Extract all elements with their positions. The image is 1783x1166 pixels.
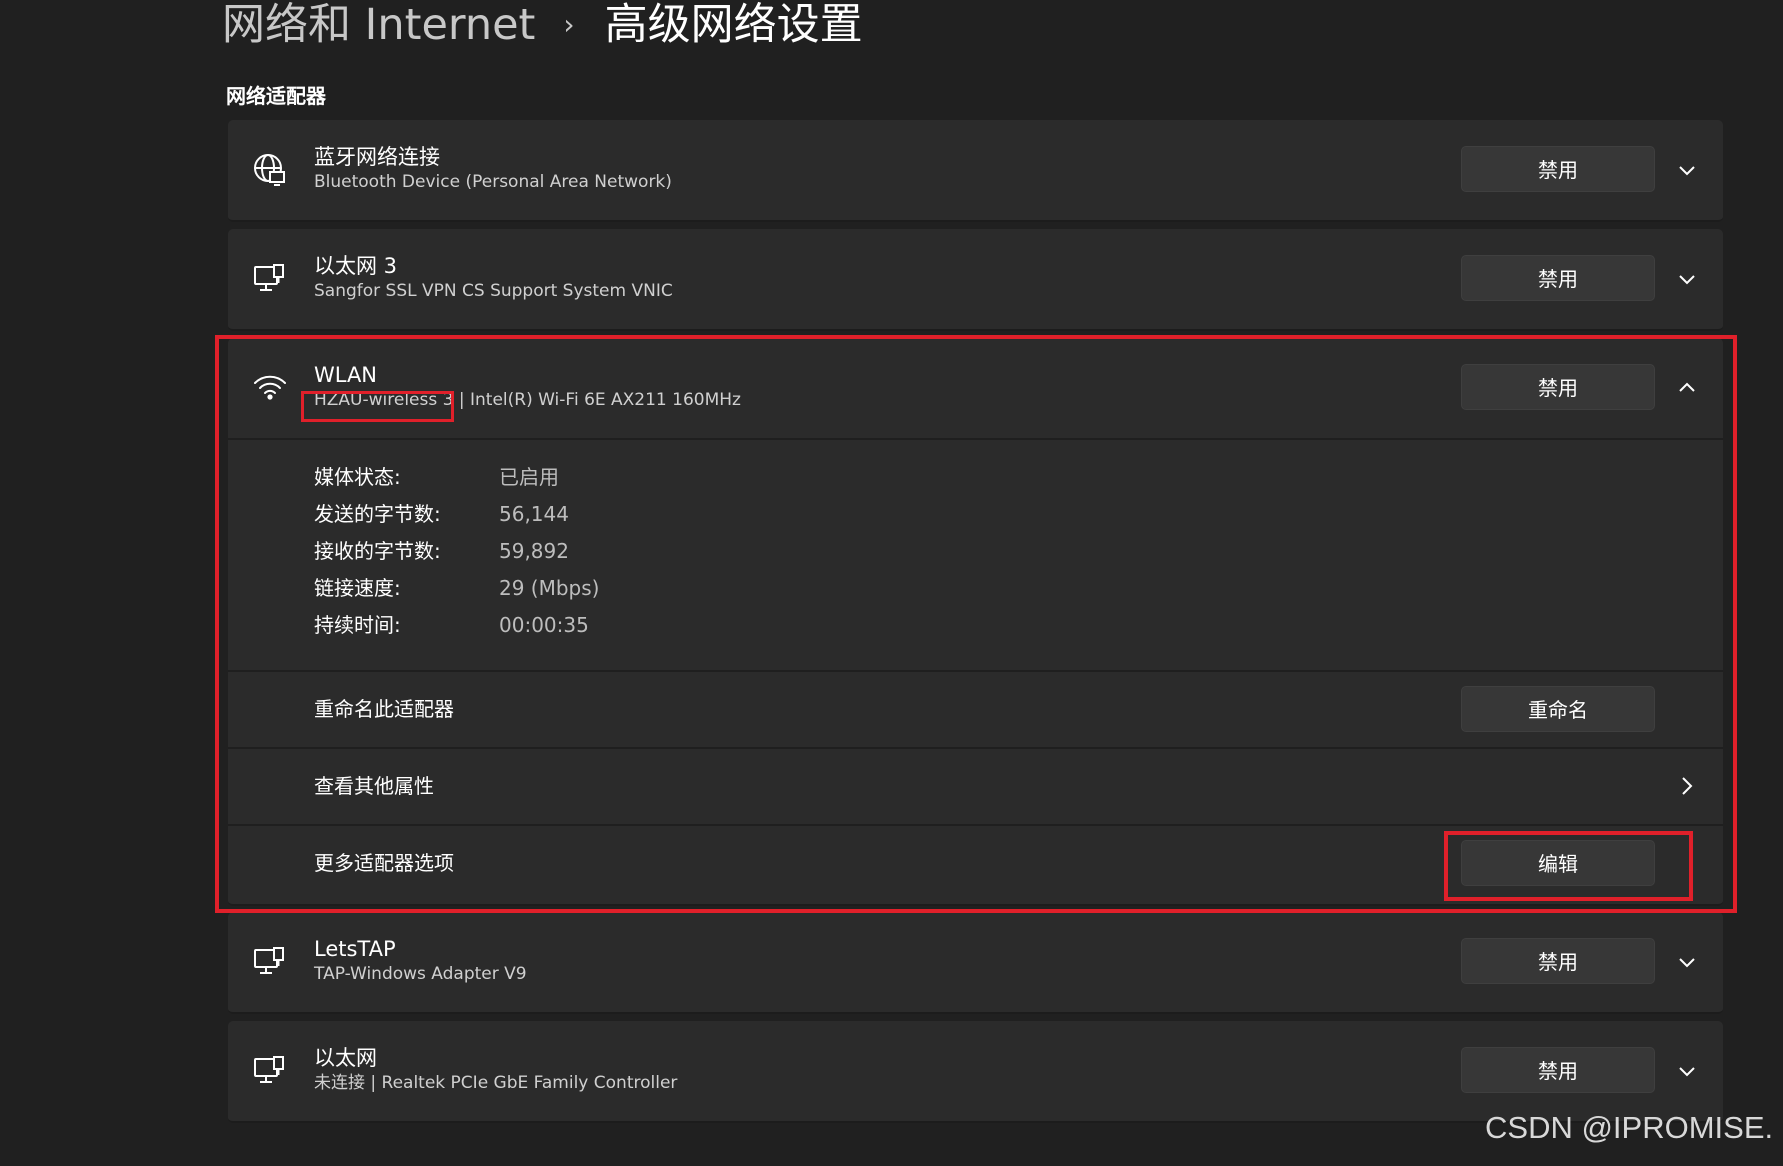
chevron-down-icon[interactable]	[1673, 1057, 1701, 1085]
adapter-description: TAP-Windows Adapter V9	[314, 964, 527, 984]
disable-button[interactable]: 禁用	[1461, 146, 1655, 192]
chevron-down-icon[interactable]	[1673, 265, 1701, 293]
adapter-name: 蓝牙网络连接	[314, 145, 440, 169]
adapter-card-header[interactable]: 蓝牙网络连接 Bluetooth Device (Personal Area N…	[228, 120, 1723, 220]
adapter-description: Bluetooth Device (Personal Area Network)	[314, 172, 672, 192]
section-title: 网络适配器	[226, 84, 326, 108]
ethernet-icon	[252, 261, 288, 297]
ethernet-icon	[252, 1053, 288, 1089]
adapter-card-header[interactable]: 以太网 未连接 | Realtek PCIe GbE Family Contro…	[228, 1021, 1723, 1121]
chevron-down-icon[interactable]	[1673, 948, 1701, 976]
adapter-name: LetsTAP	[314, 937, 396, 961]
adapter-card-header[interactable]: 以太网 3 Sangfor SSL VPN CS Support System …	[228, 229, 1723, 329]
ethernet-icon	[252, 944, 288, 980]
adapter-card-ethernet-3[interactable]: 以太网 3 Sangfor SSL VPN CS Support System …	[228, 229, 1723, 331]
adapter-card-ethernet[interactable]: 以太网 未连接 | Realtek PCIe GbE Family Contro…	[228, 1021, 1723, 1123]
breadcrumb-separator-icon: ›	[563, 8, 575, 41]
adapter-card-bluetooth[interactable]: 蓝牙网络连接 Bluetooth Device (Personal Area N…	[228, 120, 1723, 222]
adapter-name: 以太网	[314, 1046, 377, 1070]
adapter-description: Sangfor SSL VPN CS Support System VNIC	[314, 281, 673, 301]
settings-page: 网络和 Internet › 高级网络设置 网络适配器 蓝牙网络连接 Bluet…	[0, 0, 1783, 1166]
globe-network-icon	[252, 152, 288, 188]
disable-button[interactable]: 禁用	[1461, 1047, 1655, 1093]
adapter-name: 以太网 3	[314, 254, 398, 278]
watermark: CSDN @IPROMISE.	[1485, 1110, 1774, 1145]
annotation-box-edit	[1444, 831, 1693, 901]
breadcrumb: 网络和 Internet › 高级网络设置	[222, 0, 863, 50]
annotation-box-ssid	[301, 391, 454, 422]
adapter-card-header[interactable]: LetsTAP TAP-Windows Adapter V9 禁用	[228, 912, 1723, 1012]
page-title: 高级网络设置	[604, 0, 863, 50]
disable-button[interactable]: 禁用	[1461, 255, 1655, 301]
breadcrumb-parent-link[interactable]: 网络和 Internet	[222, 0, 535, 50]
disable-button[interactable]: 禁用	[1461, 938, 1655, 984]
chevron-down-icon[interactable]	[1673, 156, 1701, 184]
adapter-card-letstap[interactable]: LetsTAP TAP-Windows Adapter V9 禁用	[228, 912, 1723, 1014]
adapter-description: 未连接 | Realtek PCIe GbE Family Controller	[314, 1073, 678, 1093]
